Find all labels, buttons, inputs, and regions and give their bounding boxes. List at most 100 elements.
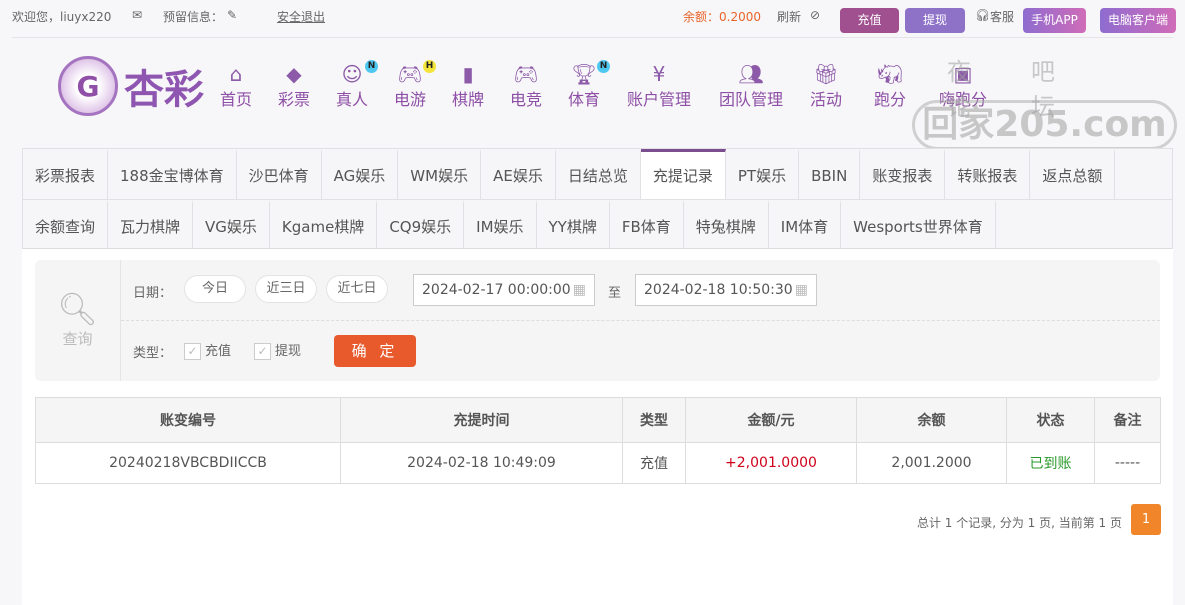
nav-item[interactable]: 🏆︎ N 体育 <box>567 60 611 110</box>
nav-item[interactable]: 🦏︎ 跑分 <box>874 62 906 110</box>
table-row: 20240218VBCBDIICCB 2024-02-18 10:49:09 充值 +… <box>35 442 1161 484</box>
check-icon: ✓ <box>184 343 201 360</box>
end-date-input[interactable]: 2024-02-18 10:50:30 ▦ <box>635 274 817 306</box>
nav-label: 账户管理 <box>626 90 692 109</box>
three-days-button[interactable]: 近三日 <box>255 275 317 303</box>
today-button[interactable]: 今日 <box>184 275 246 303</box>
start-date-value: 2024-02-17 00:00:00 <box>422 282 571 298</box>
withdraw-button[interactable]: 提现 <box>905 8 965 33</box>
nav-item[interactable]: 🎮︎ H 电游 <box>394 60 437 110</box>
tab[interactable]: VG娱乐 <box>193 200 270 250</box>
service-link[interactable]: 客服 <box>990 8 1014 25</box>
column-header: 状态 <box>1006 397 1095 443</box>
nav-item[interactable]: ¥ 账户管理 <box>627 62 691 110</box>
tab[interactable]: YY棋牌 <box>537 200 610 250</box>
recharge-checkbox-label: 充值 <box>205 344 232 359</box>
mobile-app-button[interactable]: 手机APP <box>1023 8 1086 33</box>
badge: H <box>423 60 437 73</box>
tab[interactable]: WM娱乐 <box>398 149 482 199</box>
tab[interactable]: 彩票报表 <box>23 149 109 199</box>
live-dealer-icon: ☺ N <box>336 60 379 86</box>
badge: N <box>597 60 611 73</box>
logo[interactable]: G 杏彩 <box>58 56 204 116</box>
tab[interactable]: 充提记录 <box>640 149 726 199</box>
logout-link[interactable]: 安全退出 <box>277 8 325 25</box>
page-button-current[interactable]: 1 <box>1131 504 1161 535</box>
nav-item[interactable]: 👥︎ 团队管理 <box>719 62 783 110</box>
report-tabs: 彩票报表 188金宝博体育 沙巴体育 AG娱乐 WM娱乐 AE娱乐 日结总览 充提记录 PT娱乐… <box>22 148 1173 250</box>
tab[interactable]: 特兔棋牌 <box>684 200 769 250</box>
edit-icon[interactable]: ✎ <box>227 8 237 22</box>
nav-label: 首页 <box>219 90 253 109</box>
table-cell: +2,001.0000 <box>685 442 857 484</box>
tab[interactable]: BBIN <box>799 149 861 199</box>
tab[interactable]: AE娱乐 <box>481 149 556 199</box>
yen-icon: ¥ <box>652 62 666 86</box>
withdraw-checkbox[interactable]: ✓ 提现 <box>254 340 301 360</box>
tab[interactable]: Kgame棋牌 <box>270 200 378 250</box>
nav-item[interactable]: ▣ 嗨跑分 <box>939 62 987 110</box>
badge: N <box>365 60 379 73</box>
pc-client-button[interactable]: 电脑客户端 <box>1100 8 1176 33</box>
headset-icon: 🎧︎ <box>975 8 991 22</box>
divider <box>12 37 1173 38</box>
nav-label: 体育 <box>567 90 601 109</box>
nav-item[interactable]: ▮ 棋牌 <box>452 62 484 110</box>
query-panel: 🔍︎ 查询 日期： 今日 近三日 近七日 2024-02-17 00:00:00… <box>35 260 1160 381</box>
hide-balance-icon[interactable]: ⊘ <box>810 8 820 22</box>
query-section: 🔍︎ 查询 <box>35 260 121 381</box>
mail-icon[interactable]: ✉ <box>132 8 142 22</box>
trophy-icon: 🏆︎ N <box>568 60 611 86</box>
tab[interactable]: 日结总览 <box>556 149 641 199</box>
refresh-link[interactable]: 刷新 <box>777 8 801 25</box>
tab[interactable]: 转账报表 <box>945 149 1031 199</box>
nav-label: 跑分 <box>873 90 907 109</box>
tab[interactable]: 账变报表 <box>860 149 946 199</box>
check-icon: ✓ <box>254 343 271 360</box>
query-title: 查询 <box>62 330 93 348</box>
records-table: 账变编号 充提时间 类型 金额/元 余额 状态 备注 20240218VBCBDIICCB 2… <box>35 397 1161 484</box>
recharge-button[interactable]: 充值 <box>840 8 899 33</box>
tab[interactable]: CQ9娱乐 <box>377 200 465 250</box>
tab[interactable]: IM体育 <box>769 200 842 250</box>
top-bar: 欢迎您，liuyx220 ✉ 预留信息： ✎ 安全退出 余额：0.2000 刷新… <box>0 0 1185 33</box>
column-header: 余额 <box>856 397 1007 443</box>
nav-label: 活动 <box>809 90 843 109</box>
tab[interactable]: 沙巴体育 <box>237 149 322 199</box>
tab[interactable]: PT娱乐 <box>726 149 800 199</box>
start-date-input[interactable]: 2024-02-17 00:00:00 ▦ <box>413 274 595 306</box>
app-icon: ▣ <box>953 62 973 86</box>
home-icon: ⌂ <box>229 62 243 86</box>
tab[interactable]: AG娱乐 <box>322 149 399 199</box>
confirm-button[interactable]: 确 定 <box>334 335 416 367</box>
tab[interactable]: FB体育 <box>610 200 684 250</box>
calendar-icon[interactable]: ▦ <box>573 275 586 305</box>
welcome-text: 欢迎您，liuyx220 <box>12 10 112 24</box>
tab[interactable]: 返点总额 <box>1030 149 1116 199</box>
balance-text: 余额：0.2000 <box>683 10 761 24</box>
tab[interactable]: 余额查询 <box>23 200 109 250</box>
nav-item[interactable]: ☺ N 真人 <box>335 60 379 110</box>
end-date-value: 2024-02-18 10:50:30 <box>644 282 793 298</box>
column-header: 充提时间 <box>340 397 623 443</box>
column-header: 类型 <box>622 397 686 443</box>
type-label: 类型： <box>133 346 173 361</box>
nav-label: 真人 <box>335 90 369 109</box>
reserved-info-label: 预留信息： <box>163 10 224 24</box>
table-cell: 充值 <box>622 442 686 484</box>
nav-item[interactable]: 🎁︎ 活动 <box>810 62 842 110</box>
table-cell: 2,001.2000 <box>856 442 1007 484</box>
pagination-summary: 总计 1 个记录, 分为 1 页, 当前第 1 页 <box>916 516 1122 530</box>
tab[interactable]: 188金宝博体育 <box>108 149 237 199</box>
cards-icon: ▮ <box>462 62 474 86</box>
tab[interactable]: Wesports世界体育 <box>841 200 996 250</box>
seven-days-button[interactable]: 近七日 <box>326 275 388 303</box>
nav-item[interactable]: ◆ 彩票 <box>278 62 310 110</box>
calendar-icon[interactable]: ▦ <box>795 275 808 305</box>
tab[interactable]: 瓦力棋牌 <box>108 200 194 250</box>
nav-item[interactable]: ⌂ 首页 <box>220 62 252 110</box>
table-cell: 已到账 <box>1006 442 1095 484</box>
tab[interactable]: IM娱乐 <box>464 200 537 250</box>
recharge-checkbox[interactable]: ✓ 充值 <box>184 340 231 360</box>
nav-item[interactable]: 🎮︎ 电竞 <box>510 62 542 110</box>
